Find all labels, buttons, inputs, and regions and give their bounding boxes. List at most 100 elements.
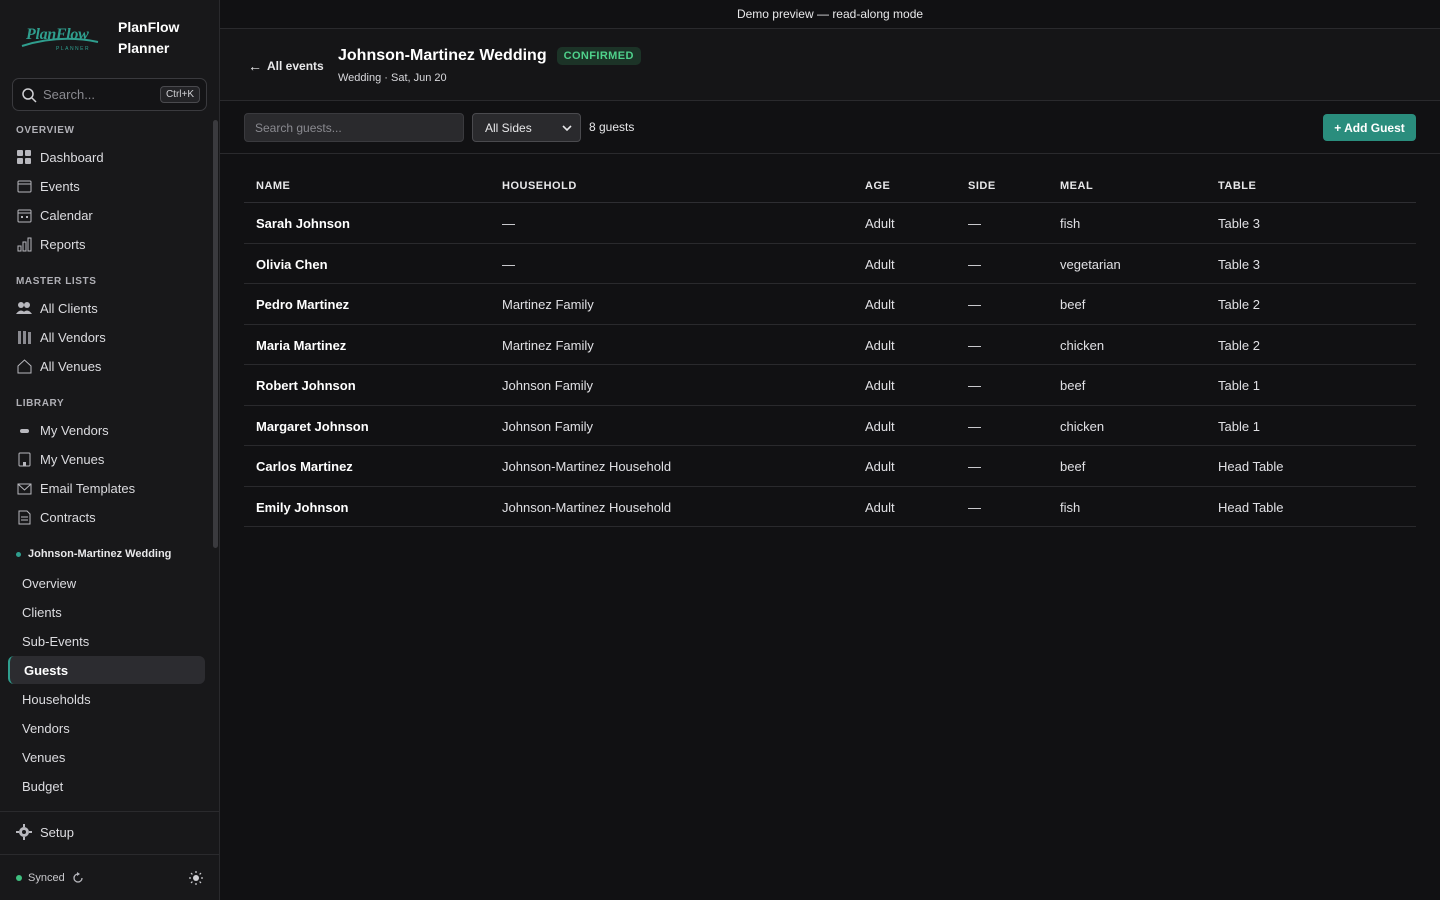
guest-table-assignment: Head Table [1218,459,1284,474]
sidebar-item-label: All Clients [40,300,98,316]
sync-dot [16,875,22,881]
table-row[interactable]: Pedro Martinez Martinez Family Adult — beef T… [244,284,1416,325]
sidebar-item-my-venues[interactable]: My Venues [8,445,205,473]
sidebar-item-my-vendors[interactable]: My Vendors [8,416,205,444]
event-nav-vendors[interactable]: Vendors [8,714,205,742]
sidebar-item-events[interactable]: Events [8,172,205,200]
guest-table-assignment: Table 3 [1218,256,1260,272]
event-nav-label: Overview [22,575,77,591]
brand[interactable]: PlanFlow PLANNER PlanFlow Planner [18,14,208,62]
guest-meal: beef [1060,459,1086,474]
bookmark-icon [16,451,32,467]
table-row[interactable]: Robert Johnson Johnson Family Adult — beef Ta… [244,365,1416,406]
event-nav-budget[interactable]: Budget [8,772,205,800]
mail-icon [16,480,32,496]
app-root: PlanFlow PLANNER PlanFlow Planner Search… [0,0,1440,900]
arrow-left-icon: ← [248,58,262,74]
table-row[interactable]: Maria Martinez Martinez Family Adult — chick… [244,325,1416,365]
guest-side: — [968,216,981,231]
home-icon [16,358,32,374]
chevron-down-icon [562,124,572,131]
back-label: All events [267,59,324,73]
sidebar-item-all-venues[interactable]: All Venues [8,352,205,380]
guest-age: Adult [865,337,895,353]
guest-side: — [968,459,981,474]
sidebar-item-all-vendors[interactable]: All Vendors [8,323,205,351]
guest-household: Martinez Family [502,337,594,353]
guest-table-assignment: Table 1 [1218,418,1260,434]
search-shortcut: Ctrl+K [159,86,200,103]
sidebar-item-reports[interactable]: Reports [8,230,205,258]
gear-icon [16,824,32,840]
side-filter-select[interactable]: All Sides [472,113,581,142]
guest-name: Olivia Chen [256,256,328,272]
sidebar-item-dashboard[interactable]: Dashboard [8,143,205,171]
global-search[interactable]: Search... Ctrl+K [12,78,207,111]
guest-toolbar: Search guests... All Sides 8 guests + Ad… [220,101,1440,154]
column-header-name[interactable]: NAME [256,180,290,192]
sidebar-item-calendar[interactable]: Calendar [8,201,205,229]
event-header: ← All events Johnson-Martinez Wedding CO… [220,29,1440,101]
event-nav-label: Clients [22,604,62,620]
sidebar-item-label: Events [40,178,80,194]
guest-household: — [502,256,515,272]
guest-meal: beef [1060,297,1086,312]
column-header-side[interactable]: SIDE [968,180,996,192]
bar-chart-icon [16,236,32,252]
column-header-meal[interactable]: MEAL [1060,180,1093,192]
guest-table-assignment: Table 2 [1218,337,1260,353]
table-body: Sarah Johnson — Adult — fish Table 3 Olivia Ch… [244,203,1416,527]
demo-banner: Demo preview — read-along mode [220,0,1440,29]
guest-name: Carlos Martinez [256,459,353,474]
table-row[interactable]: Emily Johnson Johnson-Martinez Household A… [244,487,1416,527]
sidebar-item-all-clients[interactable]: All Clients [8,294,205,322]
guest-table-assignment: Table 2 [1218,297,1260,312]
guest-age: Adult [865,378,895,393]
event-nav-guests[interactable]: Guests [8,656,205,684]
current-event-label: Johnson-Martinez Wedding [16,548,171,560]
table-row[interactable]: Carlos Martinez Johnson-Martinez Househol… [244,446,1416,487]
theme-toggle-sun-icon[interactable] [189,871,203,885]
column-header-household[interactable]: HOUSEHOLD [502,180,577,192]
event-nav-overview[interactable]: Overview [8,569,205,597]
guest-side: — [968,256,981,272]
add-guest-button[interactable]: + Add Guest [1323,114,1416,141]
section-library: LIBRARY [16,398,65,409]
table-row[interactable]: Margaret Johnson Johnson Family Adult — chic… [244,406,1416,446]
calendar-icon [16,207,32,223]
event-nav-clients[interactable]: Clients [8,598,205,626]
guest-name: Margaret Johnson [256,418,369,434]
event-nav-venues[interactable]: Venues [8,743,205,771]
refresh-icon[interactable] [72,872,84,884]
column-header-age[interactable]: AGE [865,180,890,192]
event-nav-households[interactable]: Households [8,685,205,713]
guest-name: Robert Johnson [256,378,356,393]
users-icon [16,300,32,316]
sidebar-item-label: Dashboard [40,149,104,165]
column-header-table[interactable]: TABLE [1218,180,1256,192]
setup-button[interactable]: Setup [16,824,74,840]
guest-meal: beef [1060,378,1086,393]
document-icon [16,509,32,525]
sidebar-item-contracts[interactable]: Contracts [8,503,205,531]
guest-meal: vegetarian [1060,256,1121,272]
guest-search-input[interactable]: Search guests... [244,113,464,142]
table-row[interactable]: Sarah Johnson — Adult — fish Table 3 [244,203,1416,244]
sidebar-item-email-templates[interactable]: Email Templates [8,474,205,502]
guest-side: — [968,337,981,353]
sidebar-footer: Setup Synced [0,811,219,900]
sidebar-item-label: Email Templates [40,480,136,496]
table-row[interactable]: Olivia Chen — Adult — vegetarian Table 3 [244,244,1416,284]
guest-age: Adult [865,499,895,515]
section-master-lists: MASTER LISTS [16,276,97,287]
search-icon [22,87,37,103]
guest-name: Pedro Martinez [256,297,350,312]
guest-age: Adult [865,418,895,434]
event-nav-sub-events[interactable]: Sub-Events [8,627,205,655]
guest-table-assignment: Table 3 [1218,216,1260,231]
sidebar-item-label: All Venues [40,358,102,374]
guest-age: Adult [865,459,895,474]
back-to-events-link[interactable]: ← All events [248,58,324,74]
dashboard-icon [16,149,32,165]
guest-meal: fish [1060,499,1081,515]
